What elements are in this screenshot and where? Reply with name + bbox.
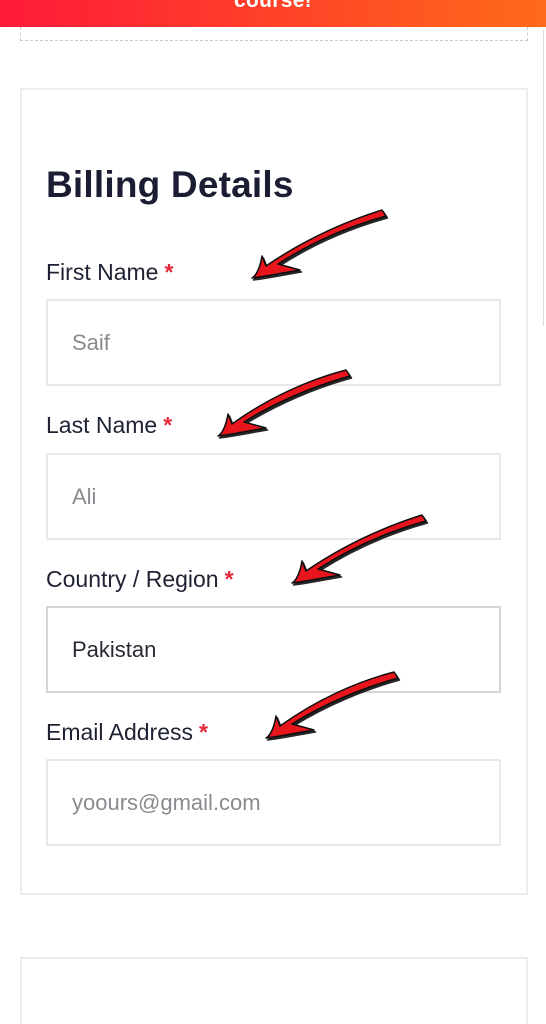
required-marker: * (224, 566, 234, 592)
email-address-input[interactable] (46, 759, 501, 846)
country-region-select[interactable]: Pakistan (46, 606, 501, 693)
promo-banner-text: course! (234, 0, 312, 12)
last-name-input[interactable] (46, 453, 501, 540)
first-name-label: First Name * (46, 259, 174, 285)
checkout-page: course! Billing Details First Name* Last… (0, 0, 546, 1024)
email-address-label: Email Address * (46, 719, 208, 745)
last-name-label: Last Name * (46, 412, 173, 438)
country-region-label: Country / Region * (46, 566, 234, 592)
dashed-placeholder-box (20, 27, 528, 41)
required-marker: * (163, 412, 173, 438)
first-name-input[interactable] (46, 299, 501, 386)
scroll-edge-line (543, 30, 544, 326)
billing-details-title: Billing Details (46, 164, 294, 205)
promo-banner: course! (0, 0, 546, 27)
next-section-card (20, 957, 528, 1024)
country-select-value: Pakistan (72, 636, 157, 662)
required-marker: * (164, 259, 174, 285)
required-marker: * (199, 719, 208, 745)
